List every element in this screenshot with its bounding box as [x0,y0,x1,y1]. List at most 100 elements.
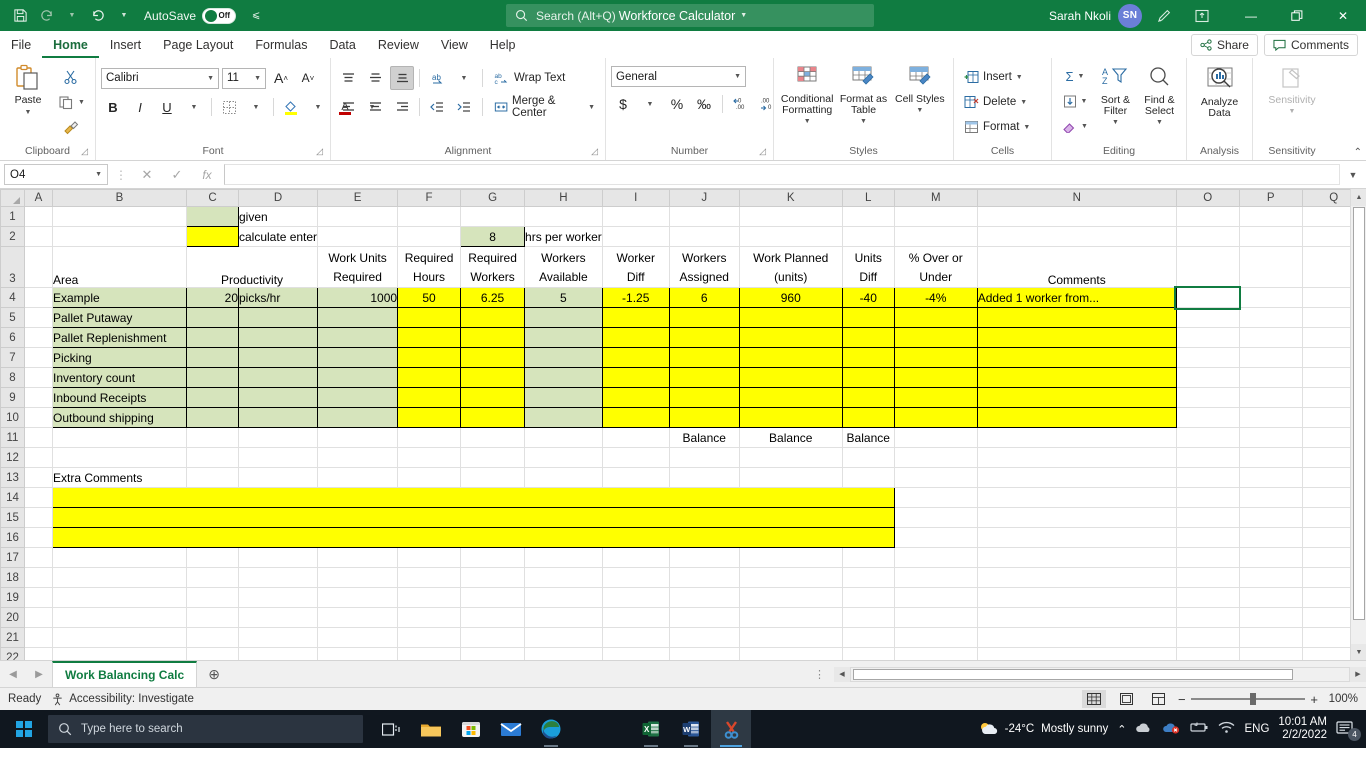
col-header-F[interactable]: F [398,190,461,207]
cell-P17[interactable] [1239,548,1302,568]
cell-K13[interactable] [739,468,842,488]
delete-cells-dropdown-icon[interactable]: ▼ [1020,99,1027,106]
file-explorer-icon[interactable] [411,710,451,748]
cell-M6-pct-over-under[interactable] [894,328,977,348]
word-icon[interactable]: W [671,710,711,748]
row-header-5[interactable]: 5 [1,308,25,328]
avatar[interactable]: SN [1118,4,1142,28]
next-sheet-icon[interactable]: ▶ [26,669,52,680]
cell-L17[interactable] [842,548,894,568]
decrease-indent-button[interactable] [425,95,449,119]
cell-M14[interactable] [894,488,977,508]
col-header-K[interactable]: K [739,190,842,207]
cell-C19[interactable] [187,588,239,608]
cell-F10-required-hours[interactable] [398,408,461,428]
horizontal-scrollbar[interactable] [850,667,1350,682]
onedrive-icon[interactable] [1135,721,1153,737]
tab-view[interactable]: View [430,32,479,58]
cell-A14[interactable] [25,488,53,508]
name-box-dropdown-icon[interactable]: ▼ [95,171,102,178]
cell-M20[interactable] [894,608,977,628]
orientation-dropdown-icon[interactable]: ▼ [452,66,476,90]
cell-H12[interactable] [525,448,603,468]
delete-cells-button[interactable]: Delete ▼ [959,90,1046,114]
cell-A19[interactable] [25,588,53,608]
cell-O21[interactable] [1176,628,1239,648]
share-button[interactable]: Share [1191,34,1258,56]
taskbar-search-input[interactable]: Type here to search [48,715,363,743]
cell-A10[interactable] [25,408,53,428]
col-header-M[interactable]: M [894,190,977,207]
cell-P21[interactable] [1239,628,1302,648]
cell-O10[interactable] [1176,408,1239,428]
cell-E9-work-units-required[interactable] [318,388,398,408]
tab-page-layout[interactable]: Page Layout [152,32,244,58]
cell-styles-dropdown-icon[interactable]: ▼ [916,105,923,116]
cell-P22[interactable] [1239,648,1302,662]
cell-J12[interactable] [669,448,739,468]
sensitivity-button[interactable]: Sensitivity ▼ [1261,64,1323,117]
cell-C6-productivity[interactable] [187,328,239,348]
wifi-icon[interactable] [1218,721,1235,737]
cell-J21[interactable] [669,628,739,648]
cell-E6-work-units-required[interactable] [318,328,398,348]
normal-view-icon[interactable] [1082,690,1106,708]
zoom-track[interactable] [1191,698,1306,700]
autosum-button[interactable]: Σ ▼ [1057,64,1093,88]
cell-O4-selected[interactable] [1176,288,1239,308]
row-header-1[interactable]: 1 [1,207,25,227]
cell-C5-productivity[interactable] [187,308,239,328]
cell-E21[interactable] [318,628,398,648]
cell-L3-header-units-diff[interactable]: Units Diff [842,247,894,288]
collapse-ribbon-icon[interactable]: ⌃ [1354,147,1362,158]
cell-L4-units-diff[interactable]: -40 [842,288,894,308]
increase-decimal-button[interactable]: 0.00 [729,92,753,116]
row-header-18[interactable]: 18 [1,568,25,588]
cell-G12[interactable] [461,448,525,468]
scroll-right-icon[interactable]: ▶ [1350,667,1366,682]
cell-C1-legend-given-swatch[interactable] [187,207,239,227]
align-top-button[interactable] [336,66,360,90]
cell-L9-units-diff[interactable] [842,388,894,408]
col-header-B[interactable]: B [53,190,187,207]
cell-E7-work-units-required[interactable] [318,348,398,368]
font-name-input[interactable]: Calibri ▼ [101,68,219,89]
col-header-H[interactable]: H [525,190,603,207]
cell-O22[interactable] [1176,648,1239,662]
copy-dropdown-icon[interactable]: ▼ [78,99,85,106]
cell-A12[interactable] [25,448,53,468]
cell-H3-header-workers-available[interactable]: Workers Available [525,247,603,288]
cell-A1[interactable] [25,207,53,227]
cell-J9-workers-assigned[interactable] [669,388,739,408]
cell-L5-units-diff[interactable] [842,308,894,328]
cell-I18[interactable] [602,568,669,588]
row-header-17[interactable]: 17 [1,548,25,568]
cell-E3-header-work-units-required[interactable]: Work Units Required [318,247,398,288]
vertical-scrollbar-thumb[interactable] [1353,207,1365,620]
col-header-E[interactable]: E [318,190,398,207]
user-account[interactable]: Sarah Nkoli SN [1049,4,1142,28]
cell-D1[interactable]: given [239,207,318,227]
cell-B5-area[interactable]: Pallet Putaway [53,308,187,328]
row-header-16[interactable]: 16 [1,528,25,548]
row-header-21[interactable]: 21 [1,628,25,648]
currency-dropdown-icon[interactable]: ▼ [638,92,662,116]
cell-N16[interactable] [977,528,1176,548]
cell-I5-worker-diff[interactable] [602,308,669,328]
cell-G8-required-workers[interactable] [461,368,525,388]
cell-N22[interactable] [977,648,1176,662]
clock[interactable]: 10:01 AM 2/2/2022 [1278,716,1327,742]
cell-B2[interactable] [53,227,187,247]
clipboard-dialog-launcher-icon[interactable]: ◿ [81,144,88,158]
cell-O19[interactable] [1176,588,1239,608]
name-box[interactable]: O4 ▼ [4,164,108,185]
cell-L1[interactable] [842,207,894,227]
cell-L8-units-diff[interactable] [842,368,894,388]
cell-N5-comments[interactable] [977,308,1176,328]
split-handle[interactable]: ⋮ [806,668,834,681]
cell-G4-required-workers[interactable]: 6.25 [461,288,525,308]
cell-G17[interactable] [461,548,525,568]
row-header-20[interactable]: 20 [1,608,25,628]
cell-M8-pct-over-under[interactable] [894,368,977,388]
zoom-out-button[interactable]: − [1178,692,1186,707]
